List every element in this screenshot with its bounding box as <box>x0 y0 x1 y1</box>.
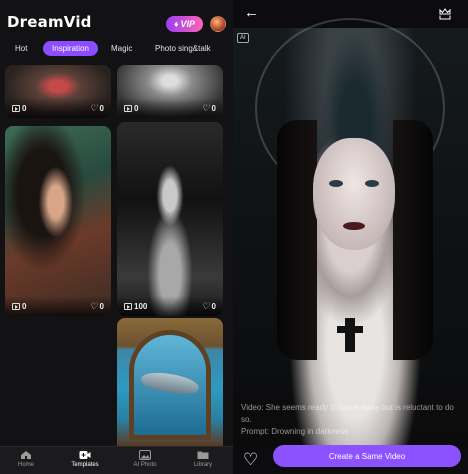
like-count: 0 <box>211 103 216 113</box>
diamond-icon: ♦ <box>173 19 179 29</box>
video-preview[interactable] <box>233 18 468 446</box>
nav-library[interactable]: Library <box>178 449 228 468</box>
avatar[interactable] <box>210 16 226 32</box>
nav-label: Templates <box>71 462 99 468</box>
template-card[interactable] <box>117 318 223 446</box>
video-icon <box>124 104 132 112</box>
vip-label: VIP <box>180 19 196 29</box>
video-detail-pane: ← AI Video: She seems ready to move away… <box>233 0 468 474</box>
cross-pendant <box>337 318 363 352</box>
create-same-video-button[interactable]: Create a Same Video <box>273 445 461 467</box>
app-logo: DreamVid <box>7 13 92 31</box>
video-icon <box>124 302 132 310</box>
use-count: 0 <box>22 103 27 113</box>
like-count: 0 <box>99 103 104 113</box>
heart-icon[interactable]: ♡ <box>89 301 97 312</box>
card-meta: 100 ♡ 0 <box>117 296 223 316</box>
template-feed-pane: DreamVid ♦ VIP Hot Inspiration Magic Pho… <box>0 0 233 474</box>
video-icon <box>12 302 20 310</box>
bottom-nav: Home Templates AI Photo Library <box>0 446 233 474</box>
hair-left <box>277 120 317 360</box>
video-plus-icon <box>79 451 91 459</box>
nav-home[interactable]: Home <box>1 449 51 468</box>
use-count: 100 <box>134 301 148 311</box>
nav-label: AI Photo <box>133 462 157 468</box>
tab-photo-sing-talk[interactable]: Photo sing&talk <box>155 44 211 53</box>
hair-right <box>393 120 433 360</box>
nav-label: Library <box>193 462 213 468</box>
heart-icon[interactable]: ♡ <box>89 103 97 114</box>
image-icon <box>139 450 151 460</box>
heart-icon[interactable]: ♡ <box>201 301 209 312</box>
caption-video-line: Video: She seems ready to move away but … <box>241 403 454 424</box>
nav-ai-photo[interactable]: AI Photo <box>120 449 170 468</box>
portrait-face <box>313 138 395 250</box>
vip-button[interactable]: ♦ VIP <box>166 16 203 32</box>
like-count: 0 <box>99 301 104 311</box>
home-icon <box>21 451 31 459</box>
video-caption: Video: She seems ready to move away but … <box>241 402 461 438</box>
card-meta: 0 ♡ 0 <box>5 296 111 316</box>
video-icon <box>12 104 20 112</box>
template-card[interactable]: 0 ♡ 0 <box>5 65 111 118</box>
like-count: 0 <box>211 301 216 311</box>
eye-right <box>365 180 379 187</box>
crown-download-icon[interactable] <box>438 7 452 21</box>
folder-icon <box>197 451 209 459</box>
lips <box>343 222 365 230</box>
card-meta: 0 ♡ 0 <box>117 98 223 118</box>
nav-label: Home <box>17 462 34 468</box>
caption-prompt-line: Prompt: Drowning in darkness <box>241 427 349 436</box>
back-arrow-icon[interactable]: ← <box>244 5 259 20</box>
heart-icon[interactable]: ♡ <box>243 451 258 468</box>
use-count: 0 <box>134 103 139 113</box>
heart-icon[interactable]: ♡ <box>201 103 209 114</box>
template-card[interactable]: 0 ♡ 0 <box>117 65 223 118</box>
tab-inspiration[interactable]: Inspiration <box>43 41 98 56</box>
use-count: 0 <box>22 301 27 311</box>
ai-badge: AI <box>237 33 249 43</box>
template-card[interactable]: 100 ♡ 0 <box>117 122 223 316</box>
tab-magic[interactable]: Magic <box>111 44 132 53</box>
template-card[interactable]: 0 ♡ 0 <box>5 126 111 316</box>
eye-left <box>329 180 343 187</box>
category-tabs: Hot Inspiration Magic Photo sing&talk <box>0 40 233 58</box>
nav-templates[interactable]: Templates <box>60 449 110 468</box>
tab-hot[interactable]: Hot <box>15 44 27 53</box>
top-bar: DreamVid ♦ VIP <box>0 0 233 38</box>
card-meta: 0 ♡ 0 <box>5 98 111 118</box>
